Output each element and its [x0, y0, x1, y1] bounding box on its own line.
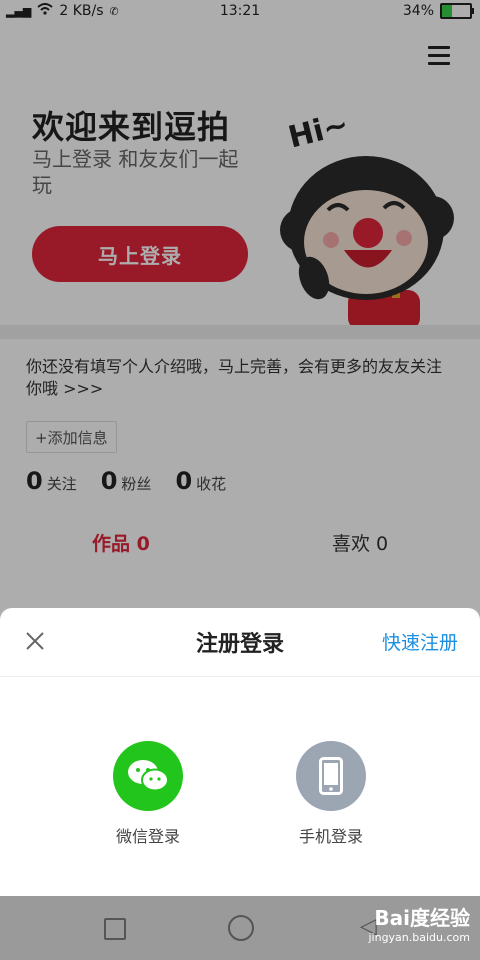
phone-login-label: 手机登录 [298, 827, 363, 846]
recent-apps-icon[interactable] [104, 918, 126, 940]
wechat-login-label: 微信登录 [115, 827, 180, 846]
home-icon[interactable] [228, 915, 254, 941]
phone-login-button[interactable]: 手机登录 [271, 741, 391, 847]
watermark-logo: Bai度经验 [374, 906, 470, 930]
watermark-url: jingyan.baidu.com [368, 931, 470, 944]
quick-register-link[interactable]: 快速注册 [382, 628, 458, 655]
wechat-login-button[interactable]: 微信登录 [88, 741, 208, 847]
phone-icon [296, 741, 366, 811]
wechat-icon [113, 741, 183, 811]
login-bottom-sheet: 注册登录 快速注册 微信登录 手机登录 [0, 608, 480, 896]
system-nav-bar: ◁ Bai度经验 jingyan.baidu.com [0, 896, 480, 960]
baidu-jingyan-watermark: Bai度经验 jingyan.baidu.com [350, 902, 470, 944]
sheet-divider [0, 676, 480, 677]
